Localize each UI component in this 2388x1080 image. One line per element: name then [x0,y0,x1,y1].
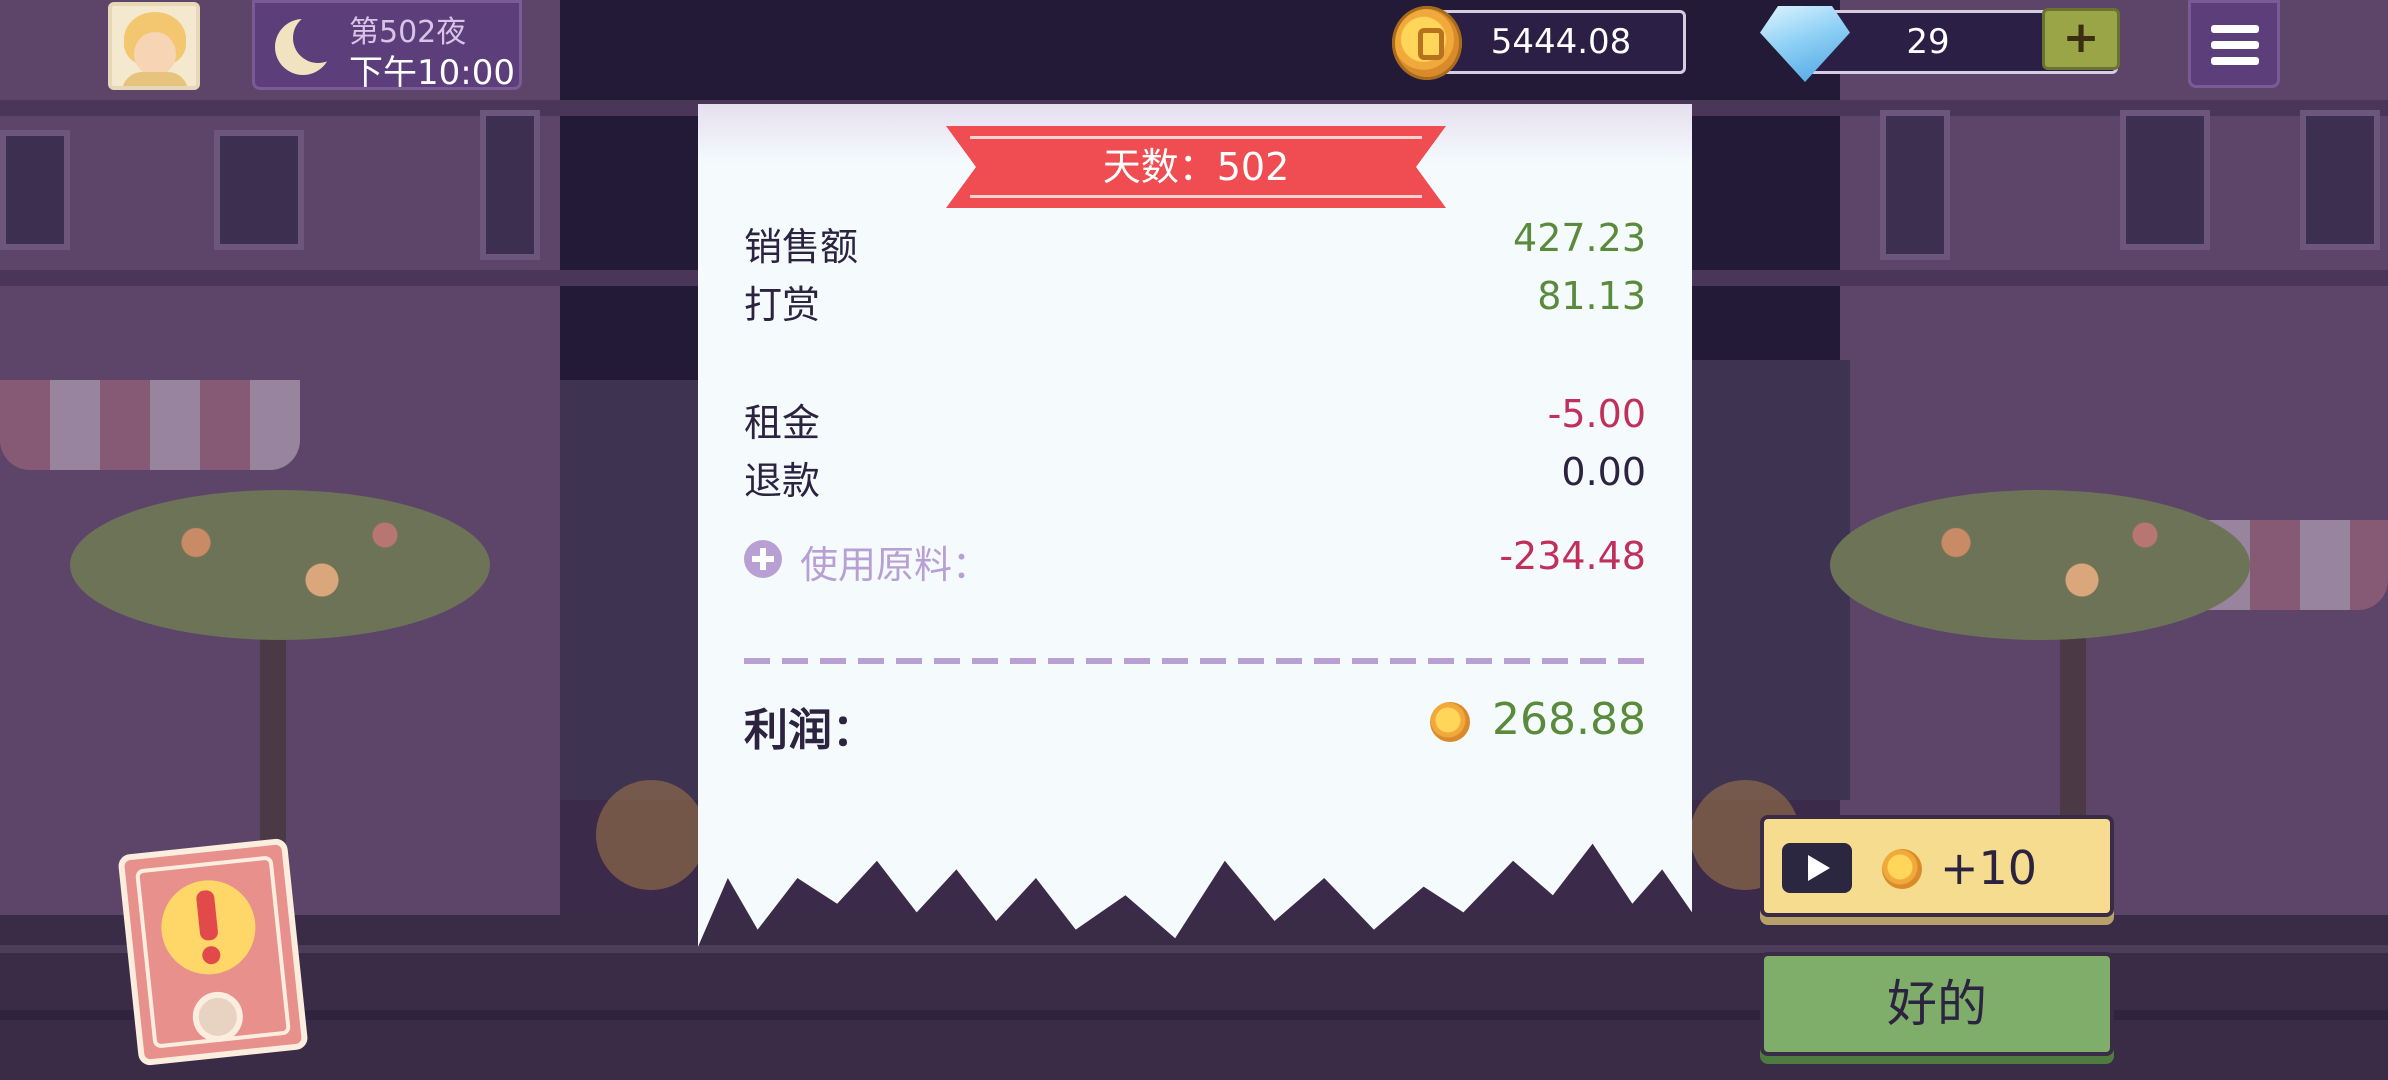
alert-card-button[interactable] [117,837,309,1067]
ok-button[interactable]: 好的 [1760,952,2114,1056]
coin-icon [1430,702,1470,742]
ad-reward-label: +10 [1940,841,2038,895]
awning [0,380,300,470]
receipt-row-refund: 退款 0.00 [744,450,1646,503]
menu-icon [2211,41,2259,49]
profit-label: 利润： [744,705,876,756]
window [214,130,304,250]
avatar-face [134,32,176,76]
receipt-row-sales: 销售额 427.23 [744,216,1646,269]
player-avatar[interactable] [108,2,200,90]
rent-label: 租金 [744,401,821,445]
refund-label: 退款 [744,459,821,503]
expand-ingredients-icon[interactable] [744,540,782,578]
watch-ad-button[interactable]: +10 [1760,815,2114,917]
coin-balance: 5444.08 [1392,6,1690,82]
moon-icon [275,13,343,75]
window [0,130,70,250]
day-time-panel: 第502夜 下午10:00 [252,0,522,93]
profit-value: 268.88 [1492,694,1646,745]
sales-value: 427.23 [1513,216,1646,260]
rent-value: -5.00 [1547,392,1646,436]
window [2300,110,2380,250]
flower-tree [70,490,490,640]
tips-label: 打赏 [744,283,821,327]
gem-amount: 29 [1906,22,1950,62]
gem-balance: 29 + [1760,6,2136,82]
window [2120,110,2210,250]
receipt-row-rent: 租金 -5.00 [744,392,1646,445]
receipt-divider [744,658,1646,664]
avatar-body [122,72,188,86]
distant-building-right [1690,360,1850,800]
menu-icon [2211,57,2259,65]
tips-value: 81.13 [1537,274,1646,318]
receipt-row-tips: 打赏 81.13 [744,274,1646,327]
ingredients-label: 使用原料： [800,543,991,587]
clock-time: 下午10:00 [349,53,515,93]
coin-icon [1392,6,1462,80]
play-icon [1782,843,1852,893]
sales-label: 销售额 [744,225,859,269]
cafe-table [596,780,706,890]
refund-value: 0.00 [1561,450,1646,494]
window [480,110,540,260]
flower-tree [1830,490,2250,640]
coin-icon [1882,849,1922,889]
menu-icon [2211,25,2259,33]
coin-amount: 5444.08 [1436,10,1686,74]
ingredients-value: -234.48 [1499,534,1646,578]
receipt-row-profit: 利润： 268.88 [744,694,1646,756]
receipt-row-ingredients[interactable]: 使用原料： -234.48 [744,534,1646,587]
window [1880,110,1950,260]
menu-button[interactable] [2188,0,2280,88]
add-gems-button[interactable]: + [2042,8,2120,70]
distant-building-left [560,380,700,800]
day-banner-text: 天数：502 [970,136,1422,198]
